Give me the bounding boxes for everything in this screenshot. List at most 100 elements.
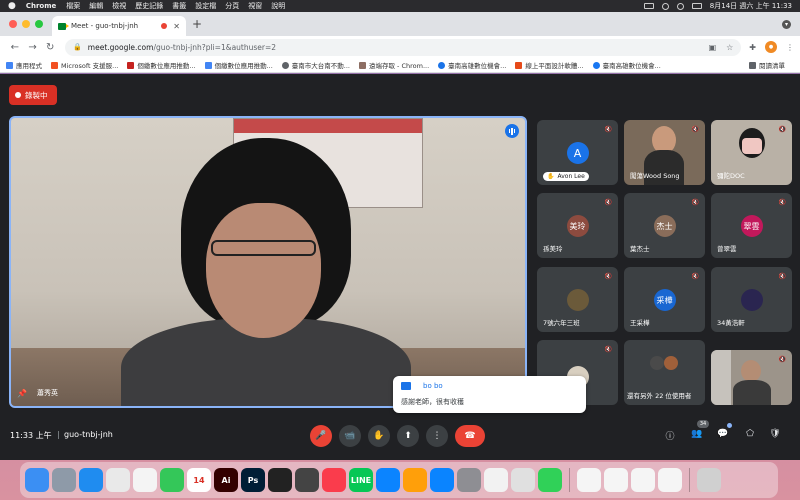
participant-tile[interactable]: 🔇 34黃浩軒: [711, 267, 792, 332]
chat-button[interactable]: 💬: [716, 429, 730, 439]
bookmark-digital-1[interactable]: 個繳數位應用推動...: [127, 60, 196, 70]
menu-item-help[interactable]: 說明: [271, 1, 285, 11]
menu-item-profiles[interactable]: 設定檔: [195, 1, 216, 11]
bookmark-apps[interactable]: 應用程式: [6, 60, 42, 70]
bookmark-microsoft-support[interactable]: Microsoft 支援服...: [51, 60, 118, 70]
participant-tile[interactable]: 🔇 A ✋ Avon Lee: [537, 120, 618, 185]
menu-item-window[interactable]: 視窗: [248, 1, 262, 11]
quicktime-icon[interactable]: [295, 468, 319, 492]
host-controls-button[interactable]: 🛡: [768, 429, 782, 439]
app-store-icon[interactable]: [430, 468, 454, 492]
menu-item-bookmarks[interactable]: 書籤: [172, 1, 186, 11]
participant-tile[interactable]: 🔇 彌陀DOC: [711, 120, 792, 185]
bookmark-digital-2[interactable]: 個繳數位應用推動...: [204, 60, 273, 70]
menu-app-name[interactable]: Chrome: [26, 2, 56, 10]
menu-item-tab[interactable]: 分頁: [225, 1, 239, 11]
self-view-tile[interactable]: 🔇: [711, 350, 792, 405]
chrome-menu-icon[interactable]: ⋮: [786, 43, 794, 52]
extensions-puzzle-icon[interactable]: ✚: [749, 43, 756, 52]
line-icon[interactable]: LINE: [349, 468, 373, 492]
mic-toggle-button[interactable]: 🎤: [310, 425, 332, 447]
finder-icon[interactable]: [25, 468, 49, 492]
bookmark-digital-3[interactable]: 臺南高雄數位機會...: [438, 60, 506, 70]
chrome-icon[interactable]: [106, 468, 130, 492]
menu-item-edit[interactable]: 編輯: [89, 1, 103, 11]
chat-notification[interactable]: bo bo 感謝老師，很有收穫: [393, 376, 586, 413]
final-cut-icon[interactable]: [268, 468, 292, 492]
close-window-button[interactable]: [9, 20, 17, 28]
participant-tile[interactable]: 🔇 采樺 王采樺: [624, 267, 705, 332]
reading-list[interactable]: 閱讀清單: [749, 60, 785, 70]
mic-off-icon: 🔇: [778, 126, 787, 133]
system-preferences-icon[interactable]: [457, 468, 481, 492]
separator: |: [57, 430, 60, 439]
browser-tab-meet[interactable]: Meet - guo-tnbj-jnh ✕: [52, 16, 186, 36]
participant-tile[interactable]: 🔇 美玲 孫美玲: [537, 193, 618, 258]
speaker-glasses: [211, 240, 316, 256]
photoshop-icon[interactable]: Ps: [241, 468, 265, 492]
forward-arrow-icon[interactable]: →: [24, 42, 42, 53]
bookmark-remote-access[interactable]: 遠端存取 - Chrom...: [358, 60, 429, 70]
reload-icon[interactable]: ↻: [41, 42, 59, 53]
pin-icon[interactable]: 📌: [17, 389, 27, 398]
search-icon[interactable]: [676, 2, 684, 10]
document-1-icon[interactable]: [577, 468, 601, 492]
star-bookmark-icon[interactable]: ☆: [726, 43, 733, 52]
meeting-details-button[interactable]: ⓘ: [663, 429, 677, 442]
camera-in-use-icon[interactable]: ▣: [709, 43, 717, 52]
safari-icon[interactable]: [79, 468, 103, 492]
battery-icon[interactable]: [643, 3, 654, 9]
main-speaker-video[interactable]: 📌 蕭秀英: [9, 116, 527, 408]
activities-button[interactable]: ⬠: [743, 429, 757, 439]
close-tab-icon[interactable]: ✕: [173, 22, 180, 31]
more-options-button[interactable]: ⋮: [426, 425, 448, 447]
participant-tile[interactable]: 🔇 翠雲 曾翠雲: [711, 193, 792, 258]
menu-item-file[interactable]: 檔案: [66, 1, 80, 11]
numbers-icon[interactable]: [538, 468, 562, 492]
back-arrow-icon[interactable]: ←: [6, 42, 24, 53]
calendar-icon[interactable]: 14: [187, 468, 211, 492]
control-center-icon[interactable]: [691, 3, 702, 9]
participant-tile[interactable]: 🔇 7號六年三班: [537, 267, 618, 332]
menu-clock[interactable]: 8月14日 週六 上午 11:33: [710, 1, 792, 11]
minimize-window-button[interactable]: [22, 20, 30, 28]
recording-badge[interactable]: 錄製中: [9, 85, 57, 105]
keynote-icon[interactable]: [376, 468, 400, 492]
zoom-window-button[interactable]: [35, 20, 43, 28]
bookmark-design[interactable]: 線上平面設計軟體...: [515, 60, 584, 70]
facetime-icon[interactable]: [160, 468, 184, 492]
document-4-icon[interactable]: [658, 468, 682, 492]
more-participants-tile[interactable]: 還有另外 22 位使用者: [624, 340, 705, 405]
illustrator-icon[interactable]: Ai: [214, 468, 238, 492]
menu-item-history[interactable]: 歷史記錄: [135, 1, 163, 11]
camera-toggle-button[interactable]: 📹: [339, 425, 361, 447]
raise-hand-button[interactable]: ✋: [368, 425, 390, 447]
tab-search-button[interactable]: ▾: [782, 20, 791, 29]
music-icon[interactable]: [322, 468, 346, 492]
address-url[interactable]: meet.google.com/guo-tnbj-jnh?pli=1&authu…: [88, 43, 276, 52]
photos-icon[interactable]: [133, 468, 157, 492]
address-bar[interactable]: 🔒 meet.google.com/guo-tnbj-jnh?pli=1&aut…: [65, 38, 742, 56]
participant-tile[interactable]: 🔇 闖蕩Wood Song: [624, 120, 705, 185]
bookmark-real-estate[interactable]: 臺南市大台南不動...: [281, 60, 350, 70]
dock-separator: [569, 468, 570, 492]
document-3-icon[interactable]: [631, 468, 655, 492]
launchpad-icon[interactable]: [52, 468, 76, 492]
participant-tile[interactable]: 🔇 杰士 葉杰士: [624, 193, 705, 258]
present-button[interactable]: ⬆: [397, 425, 419, 447]
menu-item-view[interactable]: 檢視: [112, 1, 126, 11]
pages-icon[interactable]: [403, 468, 427, 492]
browser-toolbar: ← → ↻ 🔒 meet.google.com/guo-tnbj-jnh?pli…: [0, 36, 800, 58]
trash-icon[interactable]: [697, 468, 721, 492]
preview-icon[interactable]: [511, 468, 535, 492]
profile-avatar[interactable]: ●: [765, 41, 777, 53]
leave-call-button[interactable]: ☎: [455, 425, 485, 447]
new-tab-button[interactable]: +: [192, 17, 202, 31]
document-2-icon[interactable]: [604, 468, 628, 492]
people-button[interactable]: 👥: [690, 429, 704, 439]
wifi-icon[interactable]: [661, 2, 669, 10]
bookmark-digital-4[interactable]: 臺南高雄數位機會...: [592, 60, 661, 70]
lock-icon[interactable]: 🔒: [73, 43, 82, 51]
textedit-icon[interactable]: [484, 468, 508, 492]
apple-icon[interactable]: ●: [8, 1, 16, 11]
